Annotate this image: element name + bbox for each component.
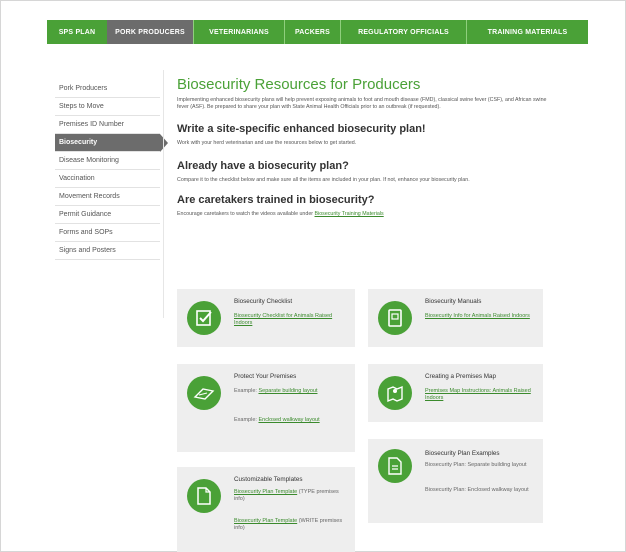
training-materials-link[interactable]: Biosecurity Training Materials	[315, 211, 384, 217]
card-text: Biosecurity Plan: Enclosed walkway layou…	[425, 487, 529, 493]
document-icon	[187, 479, 221, 513]
tab-veterinarians[interactable]: VETERINARIANS	[194, 20, 284, 44]
card-biosecurity-manuals: Biosecurity Manuals Biosecurity Info for…	[368, 289, 543, 347]
card-text: Example: Enclosed walkway layout	[234, 417, 349, 424]
checklist-icon	[187, 301, 221, 335]
caretakers-text: Encourage caretakers to watch the videos…	[177, 211, 315, 218]
tab-packers[interactable]: PACKERS	[285, 20, 340, 44]
sidebar-item-movement-records[interactable]: Movement Records	[55, 188, 160, 206]
section-heading-write-plan: Write a site-specific enhanced biosecuri…	[177, 122, 426, 135]
sidebar: Pork Producers Steps to Move Premises ID…	[55, 80, 168, 260]
card-title: Customizable Templates	[234, 476, 303, 483]
card-text: Premises Map Instructions: Animals Raise…	[425, 388, 537, 402]
card-text: Biosecurity Plan Template (WRITE premise…	[234, 518, 349, 532]
card-text: Biosecurity Info for Animals Raised Indo…	[425, 313, 537, 320]
manuals-link[interactable]: Biosecurity Info for Animals Raised Indo…	[425, 313, 530, 319]
card-text: Example: Separate building layout	[234, 388, 349, 395]
sidebar-item-signs-posters[interactable]: Signs and Posters	[55, 242, 160, 260]
card-premises-map: Creating a Premises Map Premises Map Ins…	[368, 364, 543, 422]
sidebar-divider	[163, 70, 164, 318]
section-text-write-plan: Work with your herd veterinarian and use…	[177, 139, 357, 146]
top-navigation: SPS PLAN PORK PRODUCERS VETERINARIANS PA…	[47, 20, 588, 44]
map-icon	[378, 376, 412, 410]
enclosed-walkway-link[interactable]: Enclosed walkway layout	[258, 417, 319, 423]
sidebar-item-vaccination[interactable]: Vaccination	[55, 170, 160, 188]
card-title: Biosecurity Plan Examples	[425, 450, 500, 457]
card-title: Biosecurity Manuals	[425, 298, 482, 305]
card-customizable-templates: Customizable Templates Biosecurity Plan …	[177, 467, 355, 552]
section-heading-have-plan: Already have a biosecurity plan?	[177, 159, 349, 172]
sidebar-item-pork-producers[interactable]: Pork Producers	[55, 80, 160, 98]
tab-sps-plan[interactable]: SPS PLAN	[47, 20, 107, 44]
card-biosecurity-checklist: Biosecurity Checklist Biosecurity Checkl…	[177, 289, 355, 347]
section-text-caretakers: Encourage caretakers to watch the videos…	[177, 211, 557, 218]
pdf-icon	[378, 449, 412, 483]
sidebar-item-premises-id[interactable]: Premises ID Number	[55, 116, 160, 134]
template-write-link[interactable]: Biosecurity Plan Template	[234, 518, 297, 524]
card-title: Protect Your Premises	[234, 373, 297, 380]
page-title: Biosecurity Resources for Producers	[177, 76, 421, 93]
card-title: Creating a Premises Map	[425, 373, 497, 380]
card-plan-examples: Biosecurity Plan Examples Biosecurity Pl…	[368, 439, 543, 523]
manual-icon	[378, 301, 412, 335]
section-heading-caretakers: Are caretakers trained in biosecurity?	[177, 194, 375, 207]
example-label: Example:	[234, 388, 259, 394]
card-title: Biosecurity Checklist	[234, 298, 293, 305]
card-text: Biosecurity Checklist for Animals Raised…	[234, 313, 349, 327]
sidebar-item-biosecurity[interactable]: Biosecurity	[55, 134, 168, 152]
checklist-link[interactable]: Biosecurity Checklist for Animals Raised…	[234, 313, 332, 326]
sidebar-item-disease-monitoring[interactable]: Disease Monitoring	[55, 152, 160, 170]
main-content: Biosecurity Resources for Producers Impl…	[177, 76, 557, 218]
separate-building-link[interactable]: Separate building layout	[258, 388, 317, 394]
example-label: Example:	[234, 417, 259, 423]
tab-pork-producers[interactable]: PORK PRODUCERS	[107, 20, 193, 44]
card-text: Biosecurity Plan Template (TYPE premises…	[234, 489, 349, 503]
template-type-link[interactable]: Biosecurity Plan Template	[234, 489, 297, 495]
sidebar-item-steps-to-move[interactable]: Steps to Move	[55, 98, 160, 116]
sidebar-item-permit-guidance[interactable]: Permit Guidance	[55, 206, 160, 224]
building-icon	[187, 376, 221, 410]
tab-regulatory-officials[interactable]: REGULATORY OFFICIALS	[341, 20, 466, 44]
sidebar-item-forms-sops[interactable]: Forms and SOPs	[55, 224, 160, 242]
card-protect-premises: Protect Your Premises Example: Separate …	[177, 364, 355, 452]
premises-map-link[interactable]: Premises Map Instructions: Animals Raise…	[425, 388, 531, 401]
card-text: Biosecurity Plan: Separate building layo…	[425, 462, 527, 468]
intro-text: Implementing enhanced biosecurity plans …	[177, 97, 547, 111]
tab-training-materials[interactable]: TRAINING MATERIALS	[467, 20, 588, 44]
section-text-have-plan: Compare it to the checklist below and ma…	[177, 176, 470, 183]
